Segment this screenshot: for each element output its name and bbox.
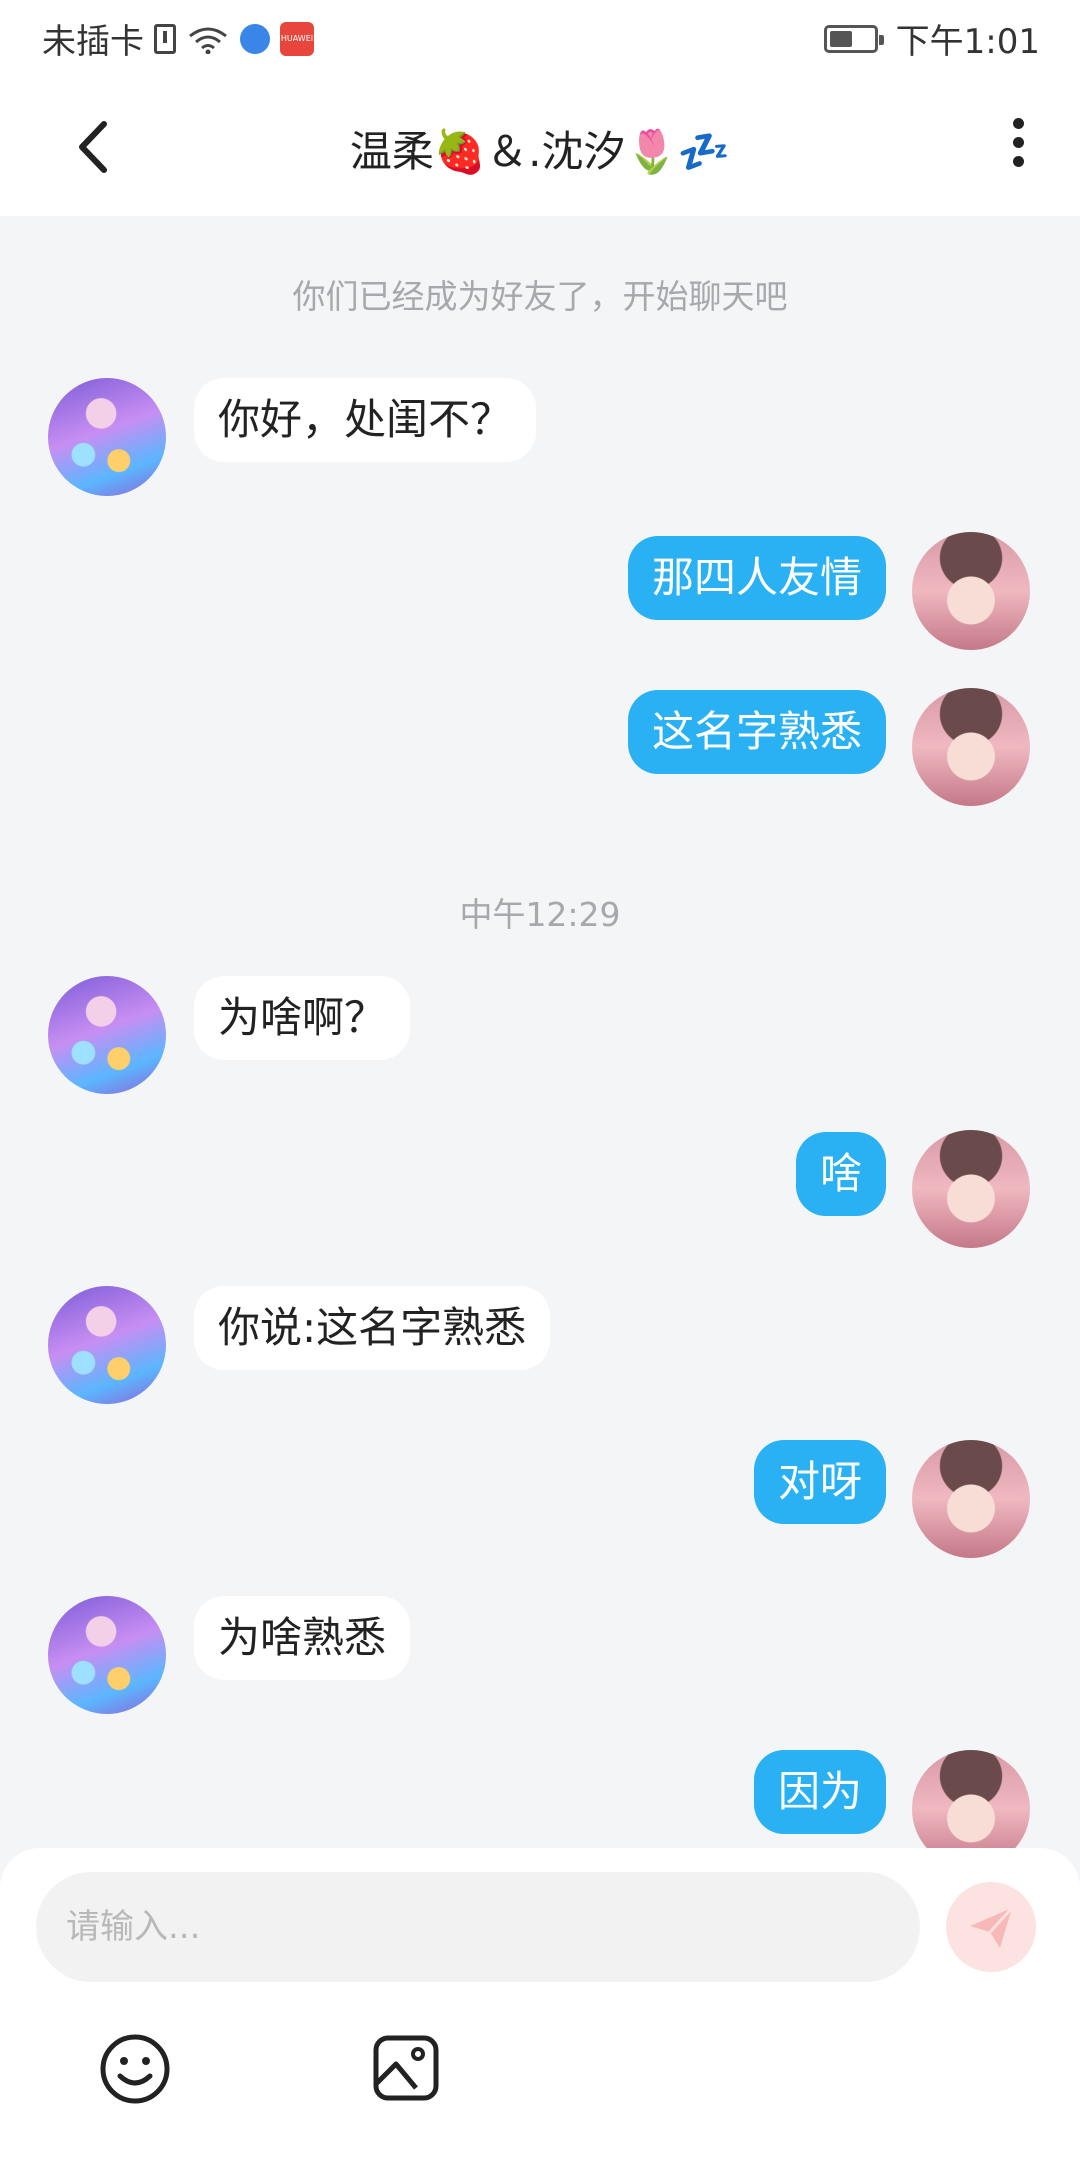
message-bubble-received[interactable]: 为啥熟悉 xyxy=(194,1596,411,1680)
my-avatar[interactable] xyxy=(912,1440,1030,1558)
message-bubble-received[interactable]: 你好，处闺不？ xyxy=(194,378,537,462)
send-button[interactable] xyxy=(946,1882,1036,1972)
my-avatar[interactable] xyxy=(912,1130,1030,1248)
message-timestamp: 中午12:29 xyxy=(459,895,621,934)
my-avatar[interactable] xyxy=(912,688,1030,806)
browser-icon xyxy=(240,23,270,54)
message-input[interactable] xyxy=(36,1872,920,1982)
send-icon xyxy=(970,1906,1014,1948)
message-bubble-sent[interactable]: 啥 xyxy=(795,1132,886,1216)
status-left: 未插卡 HUAWEI xyxy=(42,14,314,63)
sim-alert-icon xyxy=(154,23,176,54)
message-bubble-sent[interactable]: 因为 xyxy=(753,1750,886,1834)
message-bubble-sent[interactable]: 对呀 xyxy=(753,1440,886,1524)
friend-avatar[interactable] xyxy=(48,976,166,1094)
composer xyxy=(0,1848,1080,2160)
image-icon[interactable] xyxy=(370,2032,442,2104)
chat-title: 温柔🍓＆.沈汐🌷💤 xyxy=(349,127,731,176)
smiley-icon[interactable] xyxy=(98,2032,172,2106)
friend-avatar[interactable] xyxy=(48,1286,166,1404)
more-vertical-icon xyxy=(1012,118,1024,129)
my-avatar[interactable] xyxy=(912,532,1030,650)
more-button[interactable] xyxy=(996,110,1040,180)
system-note: 你们已经成为好友了，开始聊天吧 xyxy=(292,277,788,316)
message-bubble-received[interactable]: 为啥啊？ xyxy=(194,976,411,1060)
carrier-label: 未插卡 xyxy=(42,22,144,62)
wifi-icon xyxy=(189,27,227,54)
chat-header: 温柔🍓＆.沈汐🌷💤 xyxy=(0,74,1080,216)
clock: 下午1:01 xyxy=(895,22,1040,62)
friend-avatar[interactable] xyxy=(48,1596,166,1714)
battery-icon xyxy=(823,24,884,53)
friend-avatar[interactable] xyxy=(48,378,166,496)
huawei-app-icon: HUAWEI xyxy=(280,21,314,56)
message-bubble-sent[interactable]: 这名字熟悉 xyxy=(627,690,886,774)
status-bar: 未插卡 HUAWEI 下午1:01 xyxy=(0,0,1080,74)
message-bubble-sent[interactable]: 那四人友情 xyxy=(627,536,886,620)
status-right: 下午1:01 xyxy=(823,14,1040,63)
message-bubble-received[interactable]: 你说:这名字熟悉 xyxy=(194,1286,551,1370)
